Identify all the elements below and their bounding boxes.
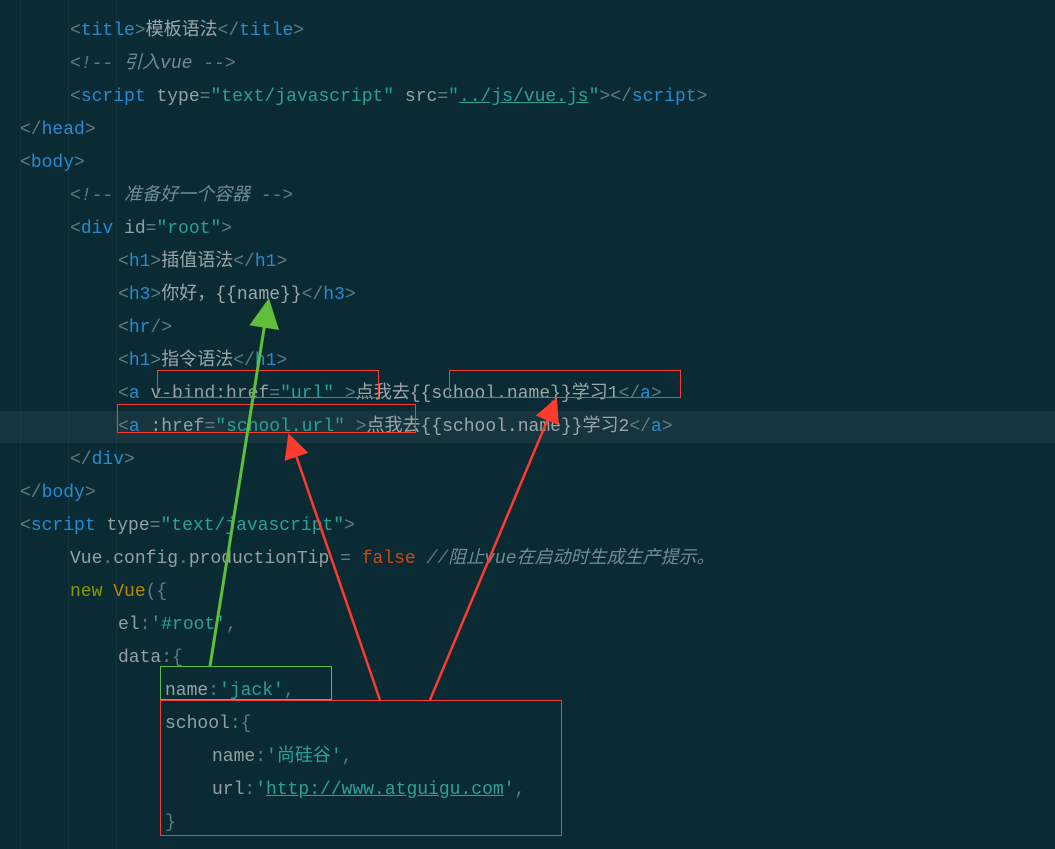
code-line[interactable]: <!-- 引入vue --> — [70, 48, 1055, 80]
code-line-current[interactable]: <a :href="school.url" >点我去{{school.name}… — [0, 411, 1055, 443]
code-line[interactable]: el:'#root', — [118, 609, 1055, 641]
code-line[interactable]: Vue.config.productionTip = false //阻止vue… — [70, 543, 1055, 575]
code-line[interactable]: data:{ — [118, 642, 1055, 674]
code-line[interactable]: <script type="text/javascript"> — [20, 510, 1035, 542]
code-line[interactable]: } — [165, 807, 1055, 839]
code-line[interactable]: </head> — [20, 114, 1035, 146]
code-line[interactable]: <!-- 准备好一个容器 --> — [70, 180, 1055, 212]
code-line[interactable]: new Vue({ — [70, 576, 1055, 608]
code-line[interactable]: <h1>指令语法</h1> — [118, 345, 1055, 377]
code-line[interactable]: <body> — [20, 147, 1035, 179]
code-editor[interactable]: <title>模板语法</title> <!-- 引入vue --> <scri… — [0, 0, 1055, 849]
code-line[interactable]: name:'jack', — [165, 675, 1055, 707]
code-line[interactable]: <a v-bind:href="url" >点我去{{school.name}}… — [118, 378, 1055, 410]
code-line[interactable]: <script type="text/javascript" src="../j… — [70, 81, 1055, 113]
code-line[interactable]: <h1>插值语法</h1> — [118, 246, 1055, 278]
code-line[interactable]: </body> — [20, 477, 1035, 509]
code-line[interactable]: url:'http://www.atguigu.com', — [212, 774, 1055, 806]
code-line[interactable]: <hr/> — [118, 312, 1055, 344]
code-line[interactable]: name:'尚硅谷', — [212, 741, 1055, 773]
code-line[interactable]: school:{ — [165, 708, 1055, 740]
code-line[interactable]: </div> — [70, 444, 1055, 476]
code-line[interactable]: <div id="root"> — [70, 213, 1055, 245]
code-line[interactable]: <title>模板语法</title> — [70, 15, 1055, 47]
code-line[interactable]: <h3>你好，{{name}}</h3> — [118, 279, 1055, 311]
